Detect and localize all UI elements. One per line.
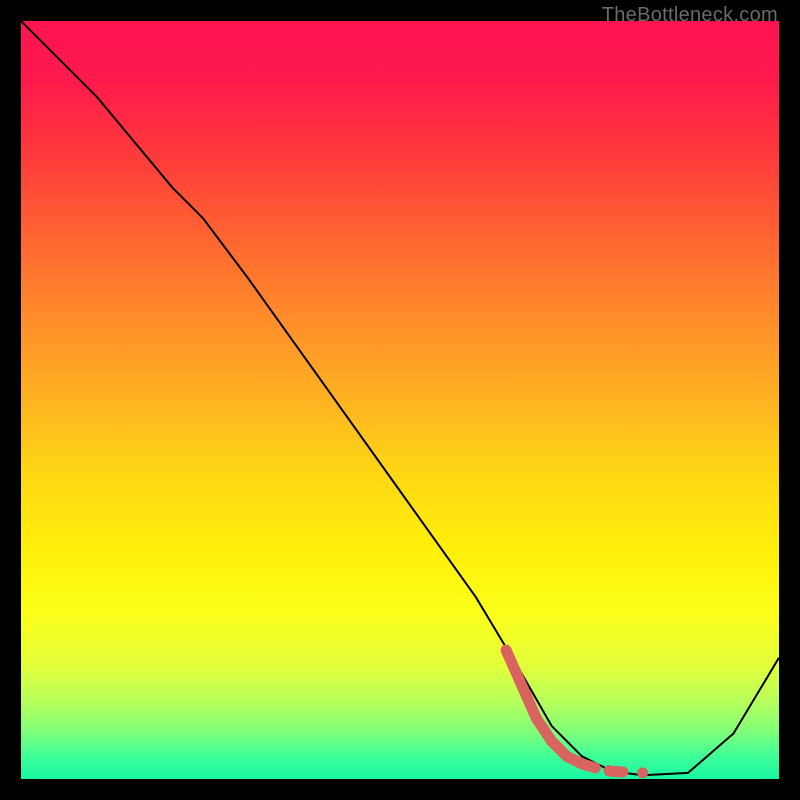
watermark-text: TheBottleneck.com	[602, 4, 778, 27]
curve-layer	[21, 21, 779, 778]
highlight-dash	[582, 764, 628, 772]
highlight-dot	[637, 767, 648, 778]
chart-svg	[21, 21, 779, 779]
main-curve	[21, 21, 779, 775]
chart-container: TheBottleneck.com	[0, 0, 800, 800]
plot-area	[21, 21, 779, 779]
highlight-solid	[506, 650, 582, 764]
